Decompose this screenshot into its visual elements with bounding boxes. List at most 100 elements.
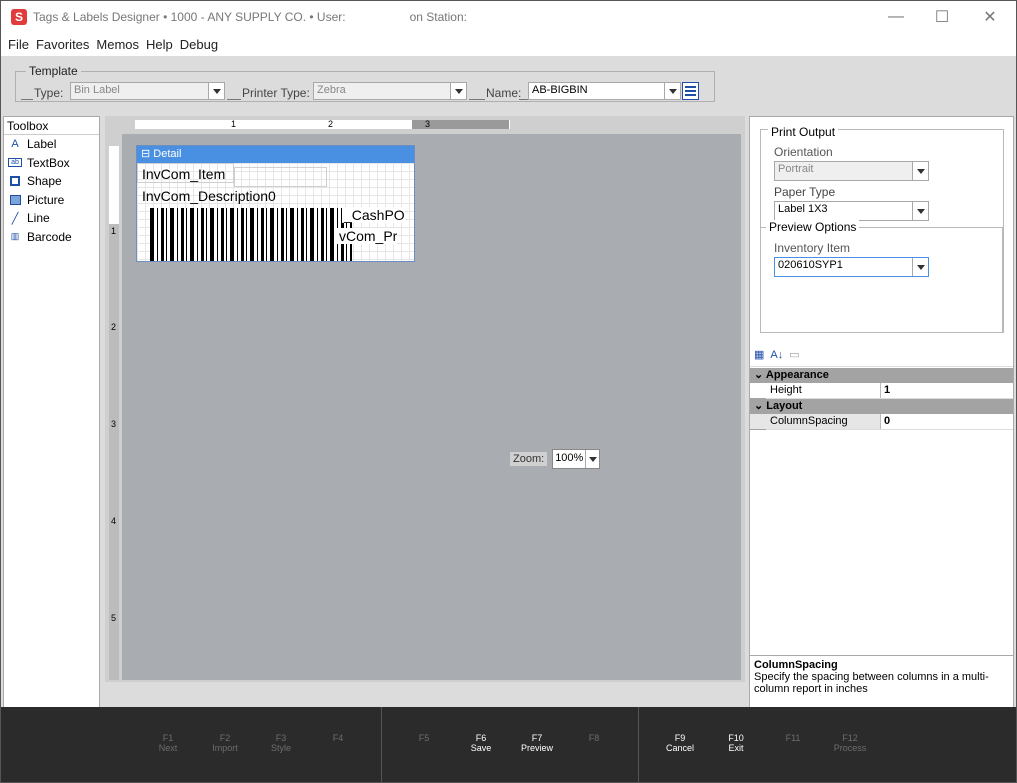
close-button[interactable]: ✕ [967, 1, 1013, 33]
toolbox-item-picture[interactable]: Picture [4, 191, 99, 210]
field-price[interactable]: vCom_Pr [337, 228, 398, 244]
zoom-control: Zoom: 100% [510, 449, 601, 469]
design-canvas[interactable]: ⊟ Detail InvCom_Item InvCom_Description0… [122, 134, 741, 680]
f8-button[interactable]: F8 [569, 733, 619, 743]
property-description: ColumnSpacing Specify the spacing betwee… [750, 655, 1013, 707]
f10-exit-button[interactable]: F10 Exit [711, 733, 761, 753]
inventory-item-value: 020610SYP1 [778, 259, 843, 271]
f4-button[interactable]: F4 [313, 733, 363, 743]
f7-label: Preview [520, 743, 553, 753]
f7-preview-button[interactable]: F7 Preview [512, 733, 562, 753]
property-row-columnspacing[interactable]: ColumnSpacing 0 [750, 414, 1013, 430]
printer-type-label: Printer Type: [242, 86, 310, 100]
f12-process-button[interactable]: F12 Process [825, 733, 875, 753]
menu-help[interactable]: Help [146, 37, 173, 52]
app-logo-icon: S [11, 9, 27, 25]
app-window: S Tags & Labels Designer • 1000 - ANY SU… [0, 0, 1017, 783]
menu-memos[interactable]: Memos [96, 37, 139, 52]
category-layout[interactable]: ⌄ Layout [750, 399, 1013, 414]
f9-key: F9 [674, 733, 686, 743]
detail-band[interactable]: ⊟ Detail InvCom_Item InvCom_Description0… [136, 145, 415, 262]
name-dropdown-icon[interactable] [664, 83, 680, 99]
app-title: Tags & Labels Designer • 1000 - ANY SUPP… [33, 10, 346, 24]
field-description[interactable]: InvCom_Description0 [142, 188, 276, 204]
maximize-button[interactable]: ☐ [919, 1, 965, 33]
minimize-button[interactable]: — [873, 1, 919, 33]
f4-key: F4 [332, 733, 344, 743]
category-appearance[interactable]: ⌄ Appearance [750, 368, 1013, 383]
property-row-height[interactable]: Height 1 [750, 383, 1013, 399]
f10-key: F10 [728, 733, 744, 743]
property-pages-icon[interactable]: ▭ [789, 348, 799, 361]
zoom-label: Zoom: [510, 452, 548, 466]
toolbox-barcode-text: Barcode [27, 229, 72, 244]
template-legend: Template [29, 64, 78, 78]
field-item[interactable]: InvCom_Item [142, 166, 225, 182]
type-dropdown-icon[interactable] [208, 83, 224, 99]
menu-favorites[interactable]: Favorites [36, 37, 89, 52]
f2-key: F2 [219, 733, 231, 743]
toolbox-label-text: Label [27, 137, 57, 152]
orientation-select[interactable]: Portrait [774, 161, 929, 181]
template-list-icon[interactable] [682, 82, 699, 100]
label-icon: A [11, 138, 19, 151]
menu-file[interactable]: File [8, 37, 29, 52]
toolbox-item-barcode[interactable]: ▥ Barcode [4, 228, 99, 247]
print-output-title: Print Output [768, 125, 839, 139]
toolbox-item-line[interactable]: ╱ Line [4, 209, 99, 228]
f9-cancel-button[interactable]: F9 Cancel [655, 733, 705, 753]
f3-style-button[interactable]: F3 Style [256, 733, 306, 753]
detail-band-body[interactable]: InvCom_Item InvCom_Description0 _CashPO … [137, 163, 414, 261]
toolbox-item-shape[interactable]: Shape [4, 172, 99, 191]
ruler-top-2: 2 [328, 119, 334, 129]
sort-alpha-icon[interactable]: A↓ [770, 349, 783, 361]
zoom-select[interactable]: 100% [552, 449, 601, 469]
f12-label: Process [833, 743, 867, 753]
category-appearance-label: Appearance [765, 369, 829, 381]
detail-band-header[interactable]: ⊟ Detail [137, 146, 414, 163]
printer-dropdown-icon[interactable] [450, 83, 466, 99]
barcode-field[interactable] [150, 208, 352, 261]
ruler-left-5: 5 [111, 613, 117, 623]
f10-label: Exit [728, 743, 744, 753]
name-label: Name: [486, 86, 522, 100]
f9-label: Cancel [665, 743, 694, 753]
ruler-left-1: 1 [111, 226, 117, 236]
inventory-item-select[interactable]: 020610SYP1 [774, 257, 929, 277]
inventory-dropdown-icon[interactable] [912, 258, 928, 276]
f8-key: F8 [588, 733, 600, 743]
menu-debug[interactable]: Debug [180, 37, 218, 52]
type-value: Bin Label [74, 84, 120, 96]
f1-key: F1 [162, 733, 174, 743]
property-height-value[interactable]: 1 [882, 383, 1013, 398]
printer-type-select[interactable]: Zebra [313, 82, 467, 100]
f5-button[interactable]: F5 [399, 733, 449, 743]
categorized-icon[interactable]: ▦ [754, 348, 764, 361]
type-select[interactable]: Bin Label [70, 82, 225, 100]
zoom-dropdown-icon[interactable] [585, 450, 599, 468]
field-cash-po[interactable]: _CashPO [342, 207, 405, 223]
f2-import-button[interactable]: F2 Import [200, 733, 250, 753]
main-content: Template Type: Bin Label Printer Type: Z… [1, 56, 1016, 708]
f11-button[interactable]: F11 [768, 733, 818, 743]
orientation-dropdown-icon[interactable] [912, 162, 928, 180]
paper-type-value: Label 1X3 [778, 203, 828, 215]
paper-dropdown-icon[interactable] [912, 202, 928, 220]
toolbox-item-textbox[interactable]: ab TextBox [4, 154, 99, 173]
property-grid-toolbar: ▦ A↓ ▭ [750, 343, 1013, 367]
function-key-bar: F1 Next F2 Import F3 Style F4 F5 F6 Save F7 P… [1, 707, 1016, 782]
paper-type-select[interactable]: Label 1X3 [774, 201, 929, 221]
line-icon: ╱ [11, 212, 19, 225]
toolbox-item-label[interactable]: A Label [4, 135, 99, 154]
f3-label: Style [270, 743, 291, 753]
ruler-left-2: 2 [111, 322, 117, 332]
f6-key: F6 [475, 733, 487, 743]
app-name: Tags & Labels Designer [33, 10, 160, 24]
menu-bar: File Favorites Memos Help Debug [1, 33, 1016, 55]
property-columnspacing-value[interactable]: 0 [882, 414, 1013, 429]
toolbox-header: Toolbox [4, 117, 99, 135]
orientation-value: Portrait [778, 163, 814, 175]
f1-next-button[interactable]: F1 Next [143, 733, 193, 753]
name-select[interactable]: AB-BIGBIN [528, 82, 681, 100]
f6-save-button[interactable]: F6 Save [456, 733, 506, 753]
